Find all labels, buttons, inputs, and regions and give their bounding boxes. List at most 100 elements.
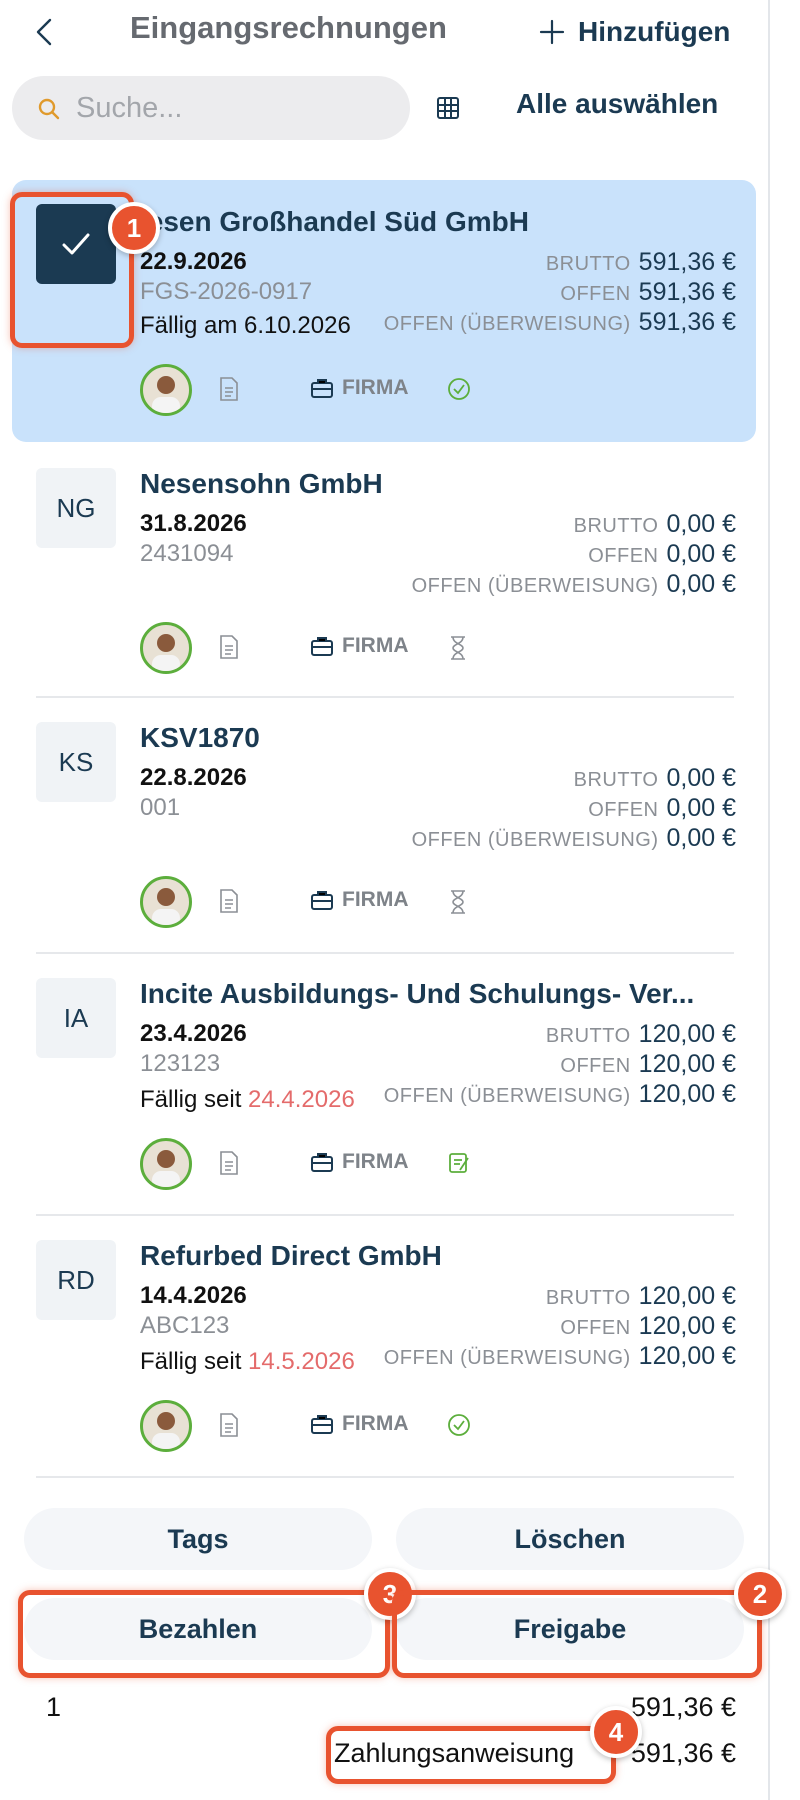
chevron-left-icon [36, 18, 52, 46]
amount-offen: OFFEN 591,36 € [560, 278, 736, 307]
due-date: Fällig am 6.10.2026 [140, 312, 351, 340]
highlight-approve [392, 1590, 762, 1678]
briefcase-icon [311, 637, 333, 656]
amount-offen-ueberweisung: OFFEN (ÜBERWEISUNG) 0,00 € [412, 824, 736, 853]
add-button[interactable]: Hinzufügen [538, 12, 730, 52]
search-icon [38, 98, 60, 120]
back-button[interactable] [30, 14, 60, 50]
company-tag-label: FIRMA [342, 888, 409, 911]
offen-value: 120,00 € [638, 1312, 736, 1340]
invoice-card[interactable]: RD Refurbed Direct GmbH 14.4.2026 ABC123… [12, 1220, 756, 1476]
brutto-value: 120,00 € [638, 1020, 736, 1048]
payment-instruction-total: 591,36 € [630, 1738, 736, 1768]
document-icon[interactable] [218, 888, 240, 914]
offen-value: 0,00 € [666, 794, 736, 822]
invoice-date: 14.4.2026 [140, 1282, 247, 1309]
selected-count: 1 [46, 1692, 62, 1722]
annotation-badge-2: 2 [734, 1568, 786, 1620]
invoice-number: 001 [140, 794, 181, 821]
offen-label: OFFEN [588, 545, 659, 567]
amount-offen: OFFEN 120,00 € [560, 1050, 736, 1079]
due-date: Fällig seit 14.5.2026 [140, 1348, 355, 1376]
highlight-pay [18, 1590, 390, 1678]
offen-label: OFFEN [560, 283, 631, 305]
offen-value: 0,00 € [666, 540, 736, 568]
amount-brutto: BRUTTO 120,00 € [546, 1020, 736, 1049]
document-icon[interactable] [218, 634, 240, 660]
offen-label: OFFEN [560, 1317, 631, 1339]
vendor-name: KSV1870 [140, 722, 260, 753]
document-icon[interactable] [218, 376, 240, 402]
offen-ueberweisung-value: 0,00 € [666, 570, 736, 598]
company-tag: FIRMA [310, 1412, 409, 1436]
vendor-name: iesen Großhandel Süd GmbH [140, 206, 529, 237]
offen-label: OFFEN [560, 1055, 631, 1077]
user-avatar [140, 876, 192, 928]
select-all-button[interactable]: Alle auswählen [516, 88, 718, 120]
invoice-meta: FIRMA [140, 1138, 740, 1190]
offen-value: 120,00 € [638, 1050, 736, 1078]
document-icon[interactable] [218, 1150, 240, 1176]
brutto-value: 0,00 € [666, 764, 736, 792]
briefcase-icon [311, 1415, 333, 1434]
amount-offen: OFFEN 120,00 € [560, 1312, 736, 1341]
due-date: Fällig seit 24.4.2026 [140, 1086, 355, 1114]
approval-note-icon [449, 1153, 469, 1173]
vendor-initials[interactable]: KS [36, 722, 116, 802]
amount-offen-ueberweisung: OFFEN (ÜBERWEISUNG) 0,00 € [412, 570, 736, 599]
search-bar[interactable] [12, 76, 410, 140]
amount-brutto: BRUTTO 0,00 € [574, 510, 736, 539]
invoice-date: 22.9.2026 [140, 248, 247, 275]
due-date-value: 6.10.2026 [244, 312, 351, 339]
invoice-number: 123123 [140, 1050, 221, 1077]
invoice-card[interactable]: KS KSV1870 22.8.2026 001 BRUTTO 0,00 € OF… [12, 702, 756, 952]
invoice-date: 22.8.2026 [140, 764, 247, 791]
annotation-badge-4: 4 [590, 1706, 642, 1758]
brutto-label: BRUTTO [573, 515, 659, 537]
document-icon[interactable] [218, 1412, 240, 1438]
amount-brutto: BRUTTO 120,00 € [546, 1282, 736, 1311]
amount-offen-ueberweisung: OFFEN (ÜBERWEISUNG) 120,00 € [384, 1342, 736, 1371]
search-input[interactable] [76, 88, 396, 128]
invoice-meta: FIRMA [140, 876, 740, 928]
vendor-initials[interactable]: RD [36, 1240, 116, 1320]
company-tag-label: FIRMA [342, 1412, 409, 1435]
offen-value: 591,36 € [638, 278, 736, 306]
company-tag-label: FIRMA [342, 376, 409, 399]
selected-total: 591,36 € [630, 1692, 736, 1722]
plus-icon [539, 19, 565, 45]
due-date-value: 14.5.2026 [248, 1348, 355, 1375]
grid-icon [437, 97, 459, 119]
hourglass-icon [451, 890, 465, 914]
check-circle-icon [448, 1414, 470, 1436]
delete-button[interactable]: Löschen [396, 1508, 744, 1570]
amount-offen: OFFEN 0,00 € [588, 794, 736, 823]
due-prefix: Fällig am [140, 312, 245, 339]
header: Eingangsrechnungen Hinzufügen [0, 0, 768, 64]
invoice-card[interactable]: IA Incite Ausbildungs- Und Schulungs- Ve… [12, 958, 756, 1214]
invoice-date: 31.8.2026 [140, 510, 247, 537]
offen-ueberweisung-label: OFFEN (ÜBERWEISUNG) [383, 1085, 631, 1107]
brutto-value: 591,36 € [638, 248, 736, 276]
vendor-initials[interactable]: NG [36, 468, 116, 548]
brutto-value: 120,00 € [638, 1282, 736, 1310]
brutto-label: BRUTTO [545, 1025, 631, 1047]
vendor-name: Incite Ausbildungs- Und Schulungs- Ver..… [140, 978, 695, 1009]
vendor-name: Refurbed Direct GmbH [140, 1240, 442, 1271]
divider [36, 1214, 734, 1216]
divider [36, 696, 734, 698]
amount-brutto: BRUTTO 591,36 € [546, 248, 736, 277]
table-view-button[interactable] [434, 94, 464, 124]
offen-ueberweisung-label: OFFEN (ÜBERWEISUNG) [383, 313, 631, 335]
scrollbar[interactable] [768, 0, 770, 1800]
amount-offen: OFFEN 0,00 € [588, 540, 736, 569]
check-circle-icon [448, 378, 470, 400]
invoice-card[interactable]: NG Nesensohn GmbH 31.8.2026 2431094 BRUT… [12, 446, 756, 696]
tags-button[interactable]: Tags [24, 1508, 372, 1570]
vendor-initials[interactable]: IA [36, 978, 116, 1058]
brutto-label: BRUTTO [545, 253, 631, 275]
invoice-number: 2431094 [140, 540, 234, 567]
hourglass-icon [451, 636, 465, 660]
vendor-name: Nesensohn GmbH [140, 468, 383, 499]
amount-offen-ueberweisung: OFFEN (ÜBERWEISUNG) 120,00 € [384, 1080, 736, 1109]
